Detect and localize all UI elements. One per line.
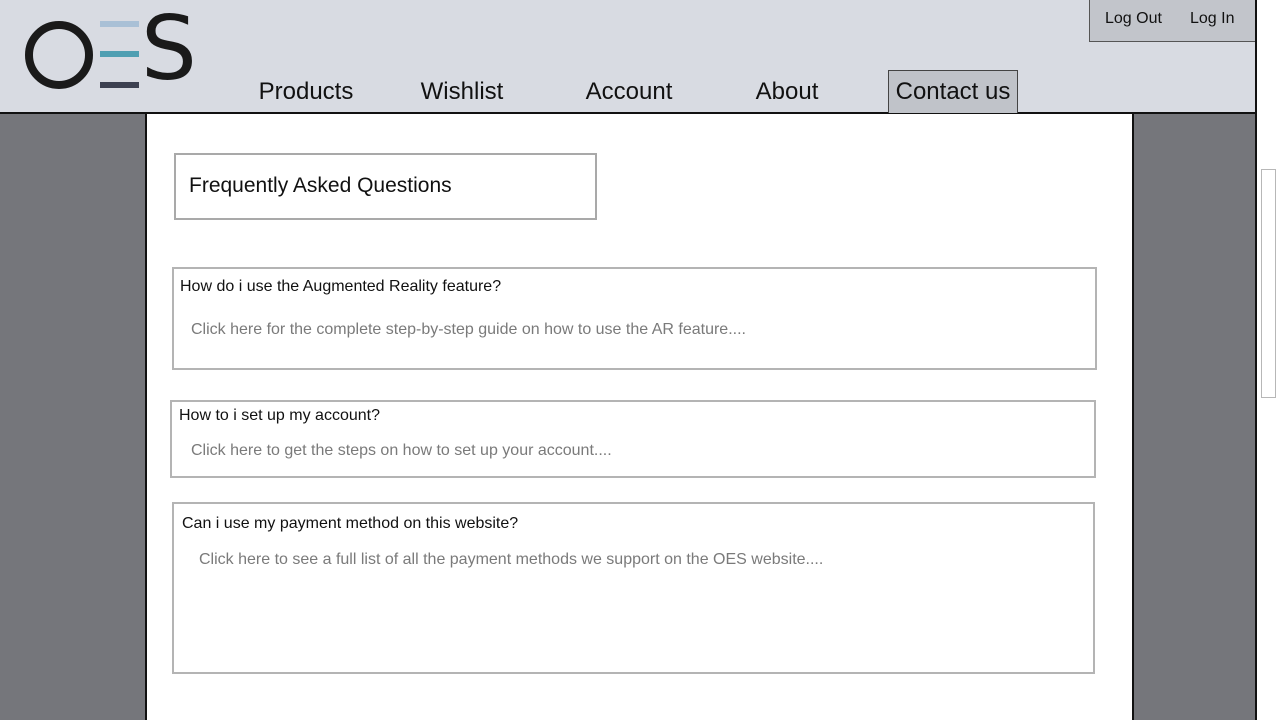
faq-question: Can i use my payment method on this webs… — [182, 515, 519, 532]
faq-question: How to i set up my account? — [179, 407, 380, 424]
nav-contact-us[interactable]: Contact us — [888, 70, 1018, 113]
oes-logo[interactable]: S — [22, 4, 197, 94]
nav-wishlist[interactable]: Wishlist — [406, 70, 518, 113]
page: S Products Wishlist Account About Contac… — [0, 0, 1280, 720]
faq-item-account[interactable]: How to i set up my account? Click here t… — [170, 400, 1096, 478]
faq-answer-link[interactable]: Click here to get the steps on how to se… — [191, 442, 612, 460]
scrollbar-thumb[interactable] — [1261, 169, 1276, 398]
logo-bar-middle — [100, 51, 139, 57]
logo-letter-s: S — [141, 0, 197, 100]
nav-account[interactable]: Account — [572, 70, 686, 113]
faq-answer-link[interactable]: Click here for the complete step-by-step… — [191, 321, 746, 339]
nav-products[interactable]: Products — [246, 70, 366, 113]
logo-bar-top — [100, 21, 139, 27]
auth-panel: Log Out Log In — [1089, 0, 1256, 42]
logo-bar-bottom — [100, 82, 139, 88]
page-title: Frequently Asked Questions — [189, 174, 452, 197]
login-button[interactable]: Log In — [1190, 10, 1234, 28]
nav-about[interactable]: About — [740, 70, 834, 113]
faq-question: How do i use the Augmented Reality featu… — [180, 278, 502, 295]
faq-item-payment[interactable]: Can i use my payment method on this webs… — [172, 502, 1095, 674]
faq-title-box: Frequently Asked Questions — [174, 153, 597, 220]
faq-answer-link[interactable]: Click here to see a full list of all the… — [199, 551, 823, 569]
logout-button[interactable]: Log Out — [1105, 10, 1162, 28]
site-header: S Products Wishlist Account About Contac… — [0, 0, 1256, 114]
logo-letter-o — [25, 21, 93, 89]
faq-item-ar[interactable]: How do i use the Augmented Reality featu… — [172, 267, 1097, 370]
faq-content-panel: Frequently Asked Questions How do i use … — [145, 114, 1134, 720]
